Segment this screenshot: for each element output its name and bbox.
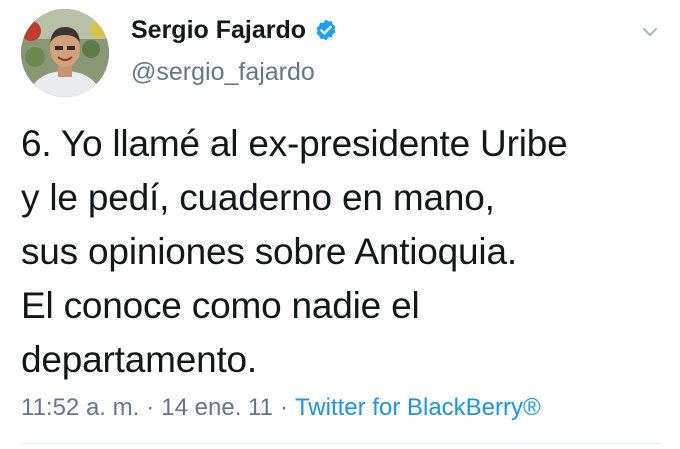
author-display-name[interactable]: Sergio Fajardo [131,12,306,48]
meta-separator: · [146,394,155,421]
divider [21,443,661,444]
tweet-metadata: 11:52 a. m. · 14 ene. 11 · Twitter for B… [21,390,541,426]
meta-separator: · [279,394,288,421]
tweet-text-line: 6. Yo llamé al ex-presidente Uribe [21,123,568,164]
tweet-text-line: departamento. [21,339,258,380]
chevron-down-icon[interactable] [638,20,662,44]
tweet-date[interactable]: 14 ene. 11 [161,394,273,422]
tweet-text-line: sus opiniones sobre Antioquia. [21,231,517,272]
author-handle[interactable]: @sergio_fajardo [131,55,315,89]
tweet-card: Sergio Fajardo @sergio_fajardo 6. Yo lla… [0,0,680,449]
verified-badge-icon [314,18,338,42]
tweet-text-line: El conoce como nadie el [21,285,420,326]
tweet-source-link[interactable]: Twitter for BlackBerry® [295,394,541,422]
avatar-image [21,9,109,97]
avatar[interactable] [21,9,109,97]
tweet-text-line: y le pedí, cuaderno en mano, [21,177,495,218]
tweet-time[interactable]: 11:52 a. m. [21,394,139,422]
author-row: Sergio Fajardo [131,12,338,48]
tweet-text: 6. Yo llamé al ex-presidente Uribe y le … [21,117,661,387]
